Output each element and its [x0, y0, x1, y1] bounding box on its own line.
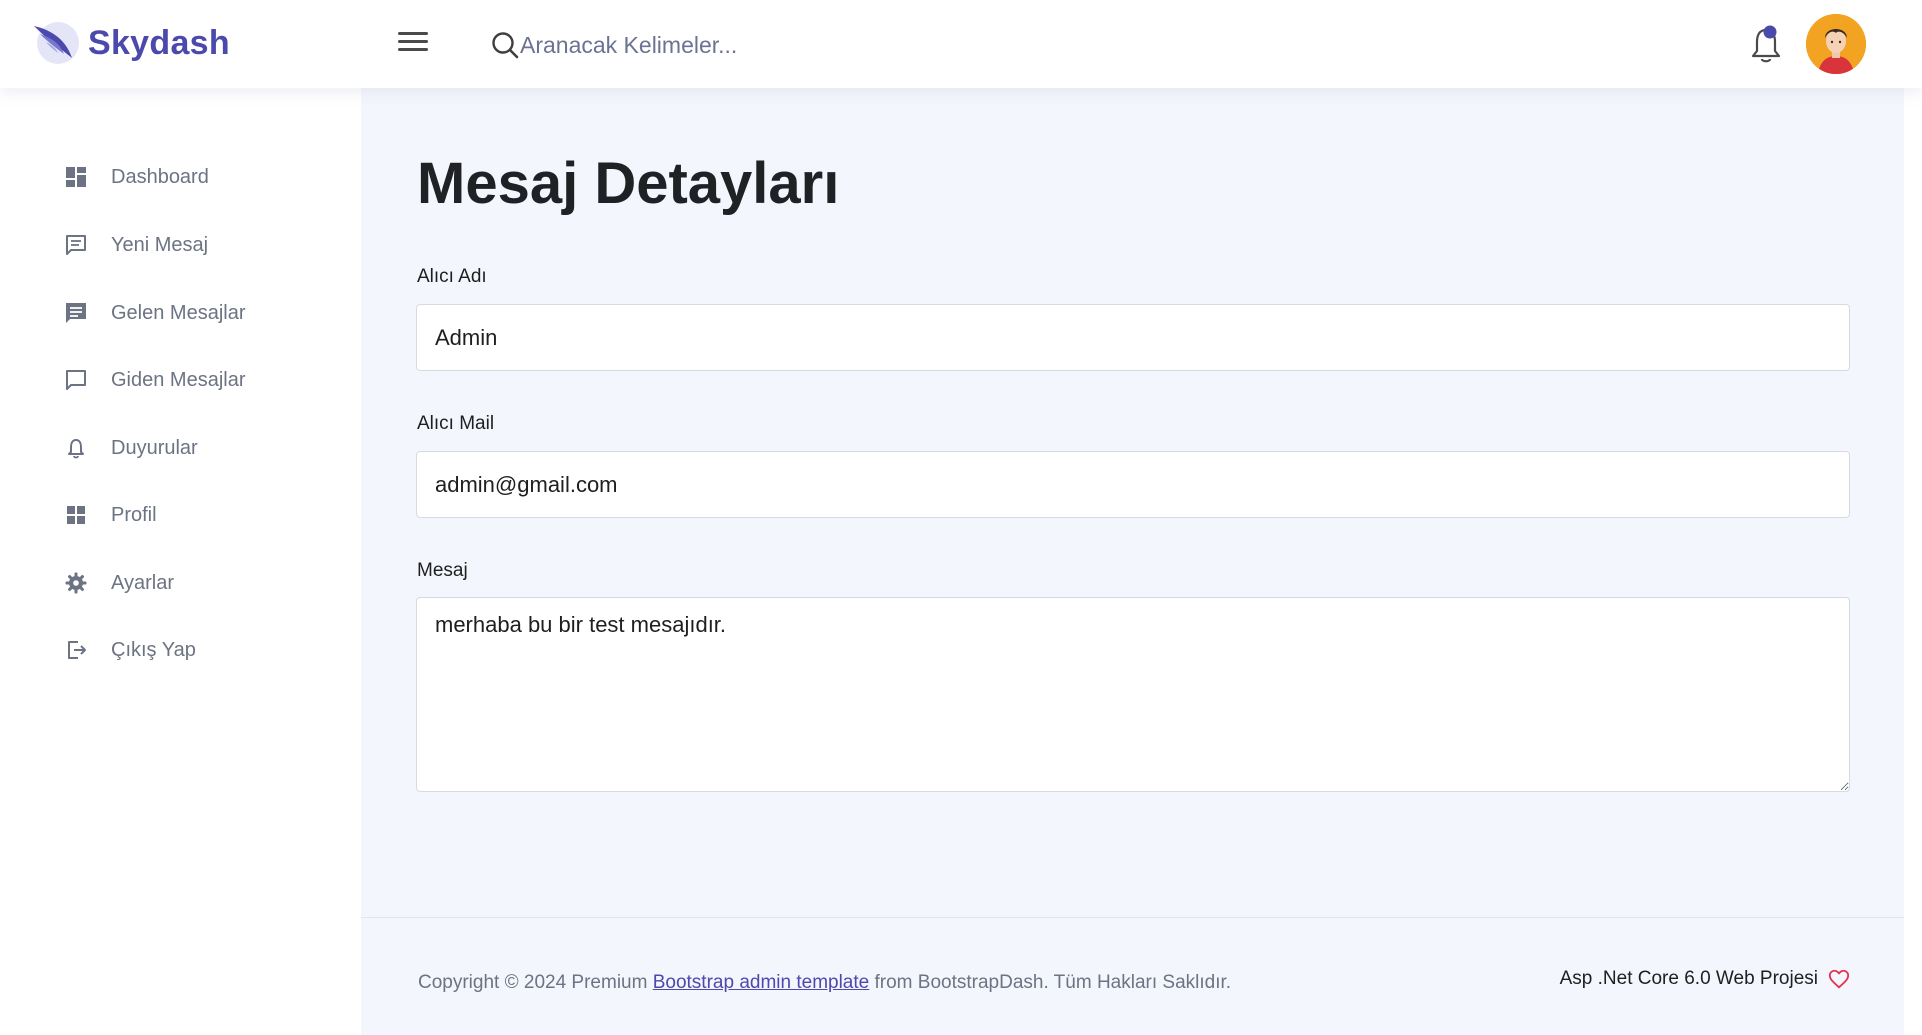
message-textarea[interactable]: merhaba bu bir test mesajıdır.: [416, 597, 1850, 792]
sidebar-item-label: Çıkış Yap: [111, 638, 196, 661]
sidebar-item-profil[interactable]: Profil: [64, 495, 334, 535]
search-icon[interactable]: [490, 30, 520, 60]
footer-project: Asp .Net Core 6.0 Web Projesi: [1560, 968, 1850, 990]
footer-copyright: Copyright © 2024 Premium Bootstrap admin…: [418, 972, 1231, 994]
brand-logo-icon: [34, 22, 79, 64]
sidebar-item-yeni-mesaj[interactable]: Yeni Mesaj: [64, 225, 334, 265]
avatar-icon: [1806, 14, 1866, 74]
message-outline-icon: [66, 235, 86, 255]
logout-icon: [68, 641, 86, 659]
copyright-prefix: Copyright © 2024 Premium: [418, 972, 653, 993]
recipient-name-label: Alıcı Adı: [417, 266, 487, 287]
heart-icon: [1828, 969, 1850, 989]
message-label: Mesaj: [417, 560, 468, 581]
sidebar-item-giden-mesajlar[interactable]: Giden Mesajlar: [64, 360, 334, 400]
dashboard-icon: [66, 167, 86, 187]
brand[interactable]: Skydash: [30, 18, 230, 68]
search-input[interactable]: [520, 31, 900, 59]
sidebar-item-duyurular[interactable]: Duyurular: [64, 428, 334, 468]
hamburger-icon-bar: [398, 48, 428, 51]
sidebar-item-gelen-mesajlar[interactable]: Gelen Mesajlar: [64, 293, 334, 333]
hamburger-icon-bar: [398, 40, 428, 43]
notification-bell-icon[interactable]: [1748, 22, 1784, 66]
recipient-mail-field[interactable]: [416, 451, 1850, 518]
sidebar-item-label: Ayarlar: [111, 571, 174, 594]
chat-bubble-icon: [66, 370, 86, 390]
menu-toggle-button[interactable]: [398, 32, 428, 56]
message-filled-icon: [66, 303, 86, 323]
sidebar-item-ayarlar[interactable]: Ayarlar: [64, 563, 334, 603]
grid-icon: [67, 506, 85, 524]
sidebar-item-label: Profil: [111, 503, 157, 526]
copyright-suffix: from BootstrapDash. Tüm Hakları Saklıdır…: [869, 972, 1232, 993]
sidebar-item-label: Dashboard: [111, 165, 209, 188]
top-navbar: Skydash: [0, 0, 1922, 88]
recipient-mail-label: Alıcı Mail: [417, 413, 495, 434]
bootstrap-template-link[interactable]: Bootstrap admin template: [653, 972, 870, 993]
brand-name: Skydash: [88, 23, 230, 62]
hamburger-icon-bar: [398, 32, 428, 35]
bell-icon: [68, 439, 84, 459]
search-bar: [490, 26, 910, 64]
sidebar-item-cikis-yap[interactable]: Çıkış Yap: [64, 630, 334, 670]
sidebar-item-label: Yeni Mesaj: [111, 233, 209, 256]
page-title: Mesaj Detayları: [417, 151, 840, 216]
main-content: Mesaj Detayları Alıcı Adı Alıcı Mail Mes…: [361, 88, 1904, 1035]
sidebar: Dashboard Yeni Mesaj Gelen Mesajlar Gide…: [0, 88, 361, 1035]
sidebar-item-label: Duyurular: [111, 436, 198, 459]
sidebar-item-label: Giden Mesajlar: [111, 368, 246, 391]
recipient-name-field[interactable]: [416, 304, 1850, 371]
gear-icon: [65, 572, 87, 594]
footer: Copyright © 2024 Premium Bootstrap admin…: [361, 917, 1904, 1035]
sidebar-item-label: Gelen Mesajlar: [111, 301, 246, 324]
user-avatar[interactable]: [1806, 14, 1866, 74]
sidebar-item-dashboard[interactable]: Dashboard: [64, 157, 334, 197]
project-text: Asp .Net Core 6.0 Web Projesi: [1559, 968, 1818, 989]
